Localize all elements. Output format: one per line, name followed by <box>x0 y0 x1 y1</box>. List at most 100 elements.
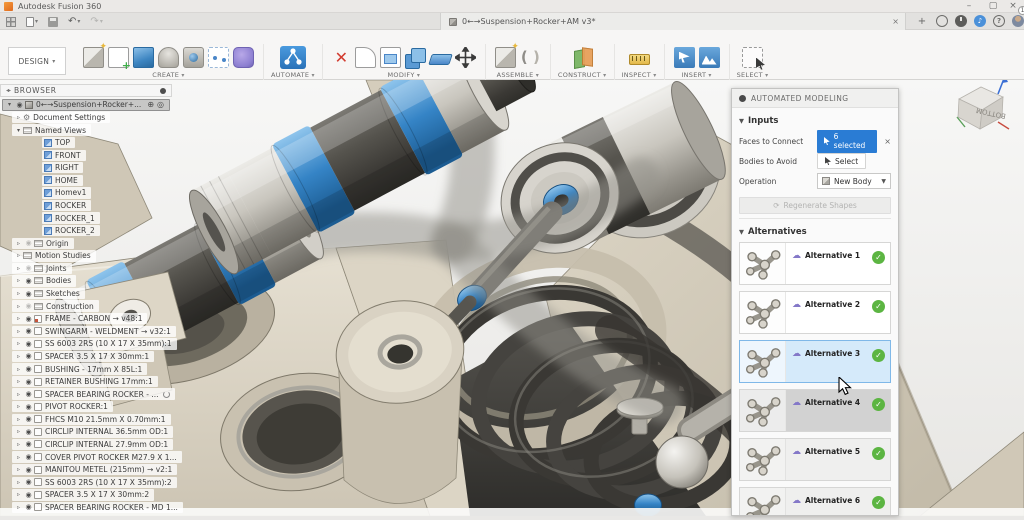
browser-tree-item[interactable]: ◉ RETAINER BUSHING 17mm:1 <box>12 376 158 387</box>
browser-tree-item[interactable]: ◉ Bodies <box>12 275 76 286</box>
expand-arrow-icon[interactable] <box>14 428 23 435</box>
revolve-icon[interactable] <box>158 47 179 68</box>
browser-tree-item[interactable]: ◉ ROCKER_1 <box>42 212 100 223</box>
expand-arrow-icon[interactable] <box>14 403 23 410</box>
browser-tree-item[interactable]: ◉ TOP <box>42 137 75 148</box>
browser-tree-item[interactable]: ◉ Motion Studies <box>12 250 96 261</box>
browser-tree-item[interactable]: ◉ BUSHING - 17mm X 85L:1 <box>12 363 147 374</box>
undo-button[interactable]: ↶▾ <box>68 17 80 27</box>
expand-arrow-icon[interactable] <box>14 340 23 347</box>
browser-tree-item[interactable]: ◉ CIRCLIP INTERNAL 36.5mm OD:1 <box>12 426 173 437</box>
expand-arrow-icon[interactable] <box>14 315 23 322</box>
assemble-menu[interactable]: ASSEMBLE <box>497 71 540 79</box>
browser-tree-item[interactable]: ◉ Joints <box>12 263 72 274</box>
minimize-button[interactable]: – <box>958 0 980 13</box>
create-sketch-icon[interactable] <box>108 47 129 68</box>
expand-arrow-icon[interactable] <box>14 441 23 448</box>
automated-modeling-icon[interactable] <box>280 46 306 69</box>
visibility-eye-icon[interactable]: ◉ <box>14 101 25 109</box>
browser-tree-item[interactable]: ◉ SS 6003 2RS (10 X 17 X 35mm):1 <box>12 338 177 349</box>
combine-icon[interactable] <box>405 47 426 68</box>
browser-tree-item[interactable]: ◉ PIVOT ROCKER:1 <box>12 401 113 412</box>
browser-tree-item[interactable]: ◉ SS 6003 2RS (10 X 17 X 35mm):2 <box>12 477 177 488</box>
assemble-component-icon[interactable] <box>495 47 516 68</box>
browser-tree-item[interactable]: ◉ SPACER 3.5 X 17 X 30mm:1 <box>12 351 154 362</box>
notifications-bell-icon[interactable]: ♪ <box>974 15 986 27</box>
maximize-button[interactable]: ▢ <box>982 0 1004 13</box>
expand-arrow-icon[interactable] <box>14 290 23 297</box>
operation-dropdown[interactable]: New Body ▼ <box>817 173 891 189</box>
data-panel-button[interactable] <box>6 17 16 27</box>
expand-arrow-icon[interactable] <box>14 114 23 121</box>
visibility-eye-icon[interactable]: ◉ <box>23 466 34 474</box>
alternative-row[interactable]: ☁ Alternative 6 ✓ <box>739 487 891 516</box>
visibility-eye-icon[interactable]: ◉ <box>23 327 34 335</box>
visibility-eye-icon[interactable]: ◉ <box>23 378 34 386</box>
joint-icon[interactable] <box>520 47 541 68</box>
new-tab-button[interactable]: + <box>915 15 929 29</box>
visibility-eye-icon[interactable]: ◉ <box>23 340 34 348</box>
browser-tree-item[interactable]: ◉ SWINGARM - WELDMENT → v32:1 <box>12 326 176 337</box>
browser-tree-item[interactable]: ◉ Named Views <box>12 124 91 135</box>
collapse-panel-icon[interactable]: ◂▸ <box>6 87 10 94</box>
browser-tree-item[interactable]: ◉ Document Settings <box>12 112 110 123</box>
alternative-row[interactable]: ☁ Alternative 3 ✓ <box>739 340 891 383</box>
expand-arrow-icon[interactable] <box>14 353 23 360</box>
inspect-menu[interactable]: INSPECT <box>622 71 657 79</box>
expand-arrow-icon[interactable] <box>14 366 23 373</box>
visibility-eye-icon[interactable]: ◉ <box>23 315 34 323</box>
browser-tree-item[interactable]: ◉ ROCKER <box>42 200 91 211</box>
hole-icon[interactable] <box>183 47 204 68</box>
expand-arrow-icon[interactable] <box>14 466 23 473</box>
fillet-icon[interactable] <box>355 47 376 68</box>
panel-header[interactable]: AUTOMATED MODELING <box>732 89 898 108</box>
insert-decal-icon[interactable] <box>674 47 695 68</box>
insert-menu[interactable]: INSERT <box>681 71 711 79</box>
visibility-eye-icon[interactable]: ◉ <box>23 440 34 448</box>
alternatives-section-header[interactable]: ▼ Alternatives <box>739 227 891 237</box>
browser-tree-item[interactable]: ◉ Homev1 <box>42 187 91 198</box>
expand-arrow-icon[interactable] <box>14 265 23 272</box>
visibility-eye-icon[interactable]: ◉ <box>23 403 34 411</box>
create-menu[interactable]: CREATE <box>152 71 185 79</box>
visibility-eye-icon[interactable]: ◉ <box>23 264 34 272</box>
expand-arrow-icon[interactable] <box>14 378 23 385</box>
help-icon[interactable]: ? <box>993 15 1005 27</box>
avatar[interactable]: 1 <box>1012 15 1024 27</box>
expand-arrow-icon[interactable] <box>14 252 23 259</box>
expand-arrow-icon[interactable] <box>14 391 23 398</box>
insert-canvas-icon[interactable] <box>699 47 720 68</box>
modify-menu[interactable]: MODIFY <box>388 71 421 79</box>
expand-arrow-icon[interactable] <box>14 240 23 247</box>
visibility-eye-icon[interactable]: ◉ <box>23 453 34 461</box>
visibility-eye-icon[interactable]: ◉ <box>23 365 34 373</box>
browser-tree-item[interactable]: ◉ Sketches <box>12 288 85 299</box>
root-item-actions[interactable]: ⊕◎ <box>147 100 164 109</box>
regenerate-shapes-button[interactable]: ⟳ Regenerate Shapes <box>739 197 891 214</box>
file-menu-button[interactable]: ▾ <box>26 17 38 27</box>
browser-tree-item[interactable]: ◉ SPACER BEARING ROCKER - ... <box>12 388 175 399</box>
visibility-eye-icon[interactable]: ◉ <box>23 302 34 310</box>
workspace-selector[interactable]: DESIGN▾ <box>8 47 66 75</box>
expand-arrow-icon[interactable] <box>14 303 23 310</box>
expand-arrow-icon[interactable] <box>5 101 14 108</box>
inputs-section-header[interactable]: ▼ Inputs <box>739 116 891 126</box>
sketch-points-icon[interactable] <box>208 47 229 68</box>
expand-arrow-icon[interactable] <box>14 416 23 423</box>
redo-button[interactable]: ↷▾ <box>90 17 102 27</box>
new-component-icon[interactable] <box>83 47 104 68</box>
select-menu[interactable]: SELECT <box>737 71 769 79</box>
alternative-row[interactable]: ☁ Alternative 2 ✓ <box>739 291 891 334</box>
expand-arrow-icon[interactable] <box>14 454 23 461</box>
expand-arrow-icon[interactable] <box>14 479 23 486</box>
bodies-select-button[interactable]: Select <box>817 153 866 169</box>
browser-tree-item[interactable]: ◉ CIRCLIP INTERNAL 27.9mm OD:1 <box>12 439 173 450</box>
browser-tree-item[interactable]: ◉ HOME <box>42 175 83 186</box>
visibility-eye-icon[interactable]: ◉ <box>23 491 34 499</box>
alternative-row[interactable]: ☁ Alternative 5 ✓ <box>739 438 891 481</box>
visibility-eye-icon[interactable]: ◉ <box>23 277 34 285</box>
press-pull-icon[interactable]: ✕ <box>332 47 351 68</box>
browser-tree-item[interactable]: ◉ COVER PIVOT ROCKER M27.9 X 1... <box>12 451 182 462</box>
clear-selection-icon[interactable]: × <box>884 137 891 146</box>
browser-tree-item[interactable]: ◉ FRONT <box>42 150 86 161</box>
